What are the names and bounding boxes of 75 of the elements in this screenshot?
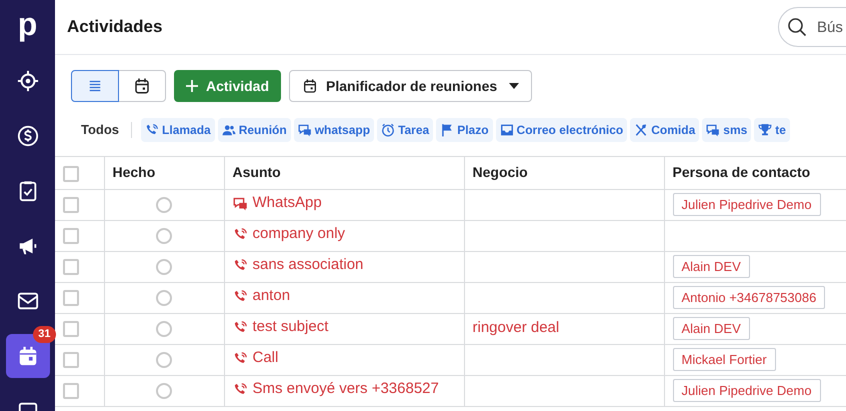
row-checkbox[interactable] bbox=[63, 259, 79, 276]
contact-tag[interactable]: Mickael Fortier bbox=[672, 348, 776, 371]
trophy-icon bbox=[758, 123, 772, 137]
activity-type-filter[interactable]: Llamada bbox=[141, 118, 215, 142]
plus-icon bbox=[186, 80, 198, 92]
flag-icon bbox=[440, 123, 454, 137]
contact-tag[interactable]: Julien Pipedrive Demo bbox=[672, 379, 821, 402]
row-checkbox[interactable] bbox=[63, 352, 79, 368]
phone-icon bbox=[145, 123, 160, 137]
view-toggle[interactable] bbox=[71, 70, 119, 102]
column-header[interactable]: Asunto bbox=[224, 157, 464, 189]
done-radio[interactable] bbox=[156, 290, 172, 306]
row-checkbox[interactable] bbox=[63, 383, 79, 400]
target-icon bbox=[16, 70, 38, 92]
people-icon bbox=[222, 123, 236, 137]
subject-link[interactable]: company only bbox=[232, 223, 346, 246]
column-header[interactable]: Negocio bbox=[464, 157, 664, 189]
done-radio[interactable] bbox=[156, 321, 172, 338]
chat-bubbles-icon bbox=[706, 123, 720, 137]
chat-bubbles-icon bbox=[298, 123, 312, 137]
activity-type-filter[interactable]: Tarea bbox=[377, 118, 434, 142]
contact-tag[interactable]: Alain DEV bbox=[672, 255, 750, 278]
deal-link[interactable]: ringover deal bbox=[472, 319, 560, 336]
notification-badge: 31 bbox=[33, 326, 56, 343]
subject-link[interactable]: sans association bbox=[232, 254, 364, 277]
phone-icon bbox=[232, 320, 248, 335]
inbox-icon bbox=[500, 123, 514, 137]
subject-link[interactable]: Call bbox=[232, 347, 278, 370]
activity-type-filter[interactable]: sms bbox=[702, 118, 752, 142]
column-header[interactable]: Hecho bbox=[104, 157, 224, 189]
add-activity-button[interactable]: Actividad bbox=[174, 70, 282, 102]
done-radio[interactable] bbox=[156, 228, 172, 244]
contact-tag[interactable]: Antonio +34678753086 bbox=[672, 286, 826, 309]
utensils-icon bbox=[634, 123, 648, 137]
row-checkbox[interactable] bbox=[63, 290, 79, 306]
filter-all[interactable]: Todos bbox=[81, 122, 132, 138]
page-title: Actividades bbox=[67, 16, 162, 38]
row-checkbox[interactable] bbox=[63, 197, 79, 214]
scheduler-dropdown[interactable]: Planificador de reuniones bbox=[289, 70, 532, 102]
phone-icon bbox=[232, 350, 248, 366]
search-field[interactable]: Bús bbox=[778, 7, 846, 47]
logo: p bbox=[18, 5, 38, 44]
subject-link[interactable]: Sms envoyé vers +3368527 bbox=[232, 378, 439, 401]
subject-link[interactable]: WhatsApp bbox=[232, 192, 322, 215]
subject-link[interactable]: test subject bbox=[232, 316, 328, 339]
select-all-checkbox[interactable] bbox=[63, 166, 79, 182]
row-checkbox[interactable] bbox=[63, 321, 79, 338]
activity-type-filter[interactable]: Comida bbox=[630, 118, 700, 142]
subject-link[interactable]: anton bbox=[232, 285, 290, 308]
row-checkbox[interactable] bbox=[63, 228, 79, 244]
done-radio[interactable] bbox=[156, 197, 172, 214]
phone-icon bbox=[232, 288, 248, 304]
activity-type-filter[interactable]: Reunión bbox=[218, 118, 291, 142]
contact-tag[interactable]: Julien Pipedrive Demo bbox=[672, 193, 821, 216]
phone-icon bbox=[232, 382, 248, 397]
phone-icon bbox=[232, 258, 248, 273]
search-icon bbox=[787, 17, 807, 37]
caret-icon bbox=[509, 83, 520, 89]
clock-icon bbox=[381, 123, 396, 137]
done-radio[interactable] bbox=[156, 352, 172, 368]
activity-type-filter[interactable]: Plazo bbox=[436, 118, 493, 142]
contact-tag[interactable]: Alain DEV bbox=[672, 317, 750, 340]
dollar-icon bbox=[16, 125, 38, 147]
chat-bubbles-icon bbox=[232, 196, 248, 211]
activity-type-filter[interactable]: Correo electrónico bbox=[496, 118, 628, 142]
envelope-icon bbox=[16, 290, 38, 312]
activity-type-filter[interactable]: whatsapp bbox=[294, 118, 374, 142]
column-header[interactable]: Persona de contacto bbox=[664, 157, 846, 189]
activity-type-filter[interactable]: te bbox=[754, 118, 790, 142]
calendar-icon bbox=[133, 77, 151, 95]
phone-icon bbox=[232, 226, 248, 242]
calendar-icon bbox=[302, 78, 318, 94]
done-radio[interactable] bbox=[156, 259, 172, 276]
done-radio[interactable] bbox=[156, 383, 172, 400]
view-toggle[interactable] bbox=[118, 70, 166, 102]
